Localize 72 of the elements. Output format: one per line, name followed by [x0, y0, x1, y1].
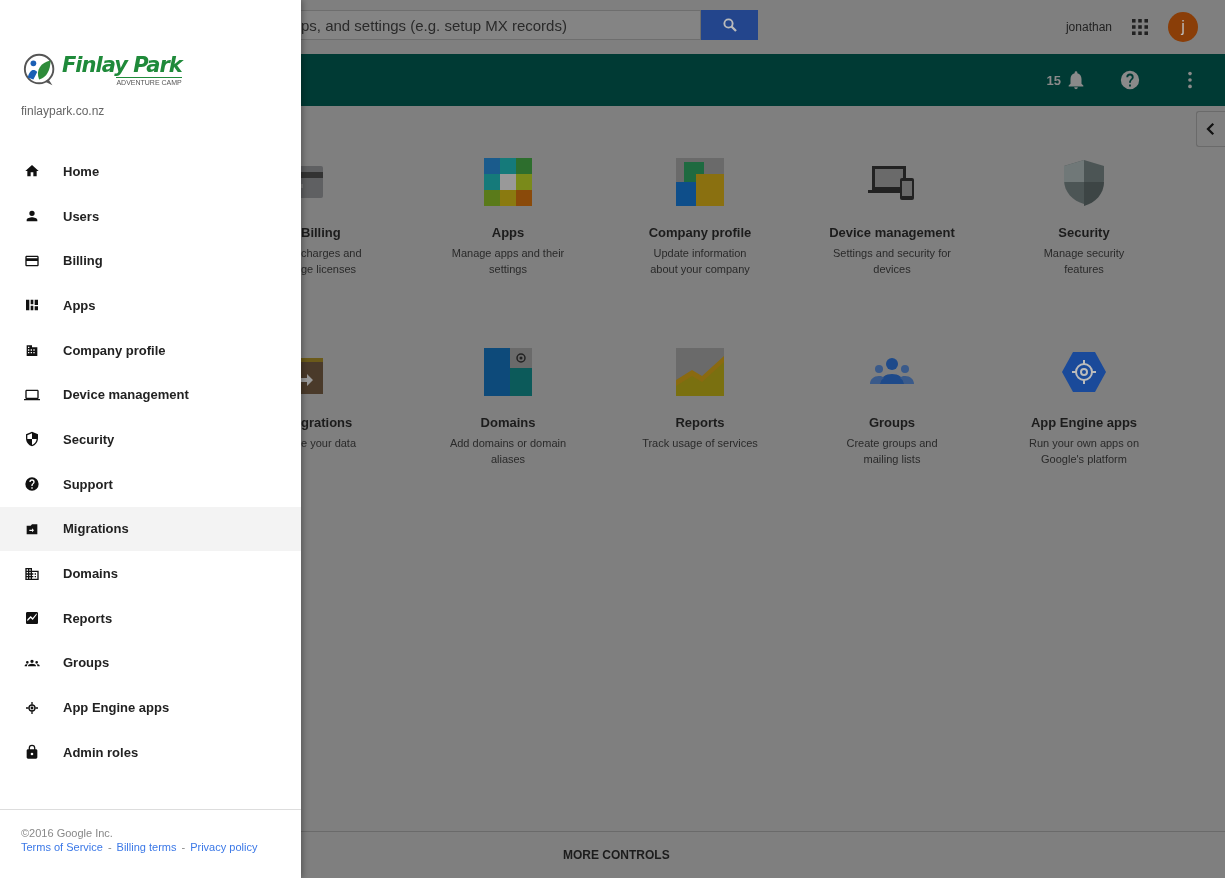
building-icon	[24, 342, 40, 359]
app-card[interactable]: grations e your data	[301, 348, 412, 538]
collapse-tab[interactable]	[1196, 111, 1225, 147]
card-title: Security	[1058, 224, 1110, 241]
link-separator: -	[181, 840, 186, 854]
card-title: App Engine apps	[1030, 414, 1138, 431]
app-grid-icon[interactable]	[1132, 19, 1148, 35]
help-icon[interactable]	[1119, 69, 1141, 91]
card-title: grations	[301, 414, 353, 431]
notification-count: 15	[1046, 72, 1061, 88]
card-description: charges and ge licenses	[301, 246, 362, 277]
app-card[interactable]: Domains Add domains or domain aliases	[412, 348, 604, 538]
card-title: Billing	[301, 224, 341, 241]
nav-item[interactable]: Apps	[0, 283, 301, 328]
nav-item[interactable]: Admin roles	[0, 729, 301, 775]
card-description: Update information about your company	[650, 246, 750, 277]
app-card[interactable]: Device management Settings and security for devices	[796, 158, 988, 348]
app-card[interactable]: Apps Manage apps and their settings	[412, 158, 604, 348]
card-title: Company profile	[648, 224, 752, 241]
card-description: Manage security features	[1043, 246, 1125, 277]
user-avatar[interactable]: j	[1168, 12, 1198, 42]
nav-item[interactable]: Groups	[0, 640, 301, 686]
app-card[interactable]: Security Manage security features	[988, 158, 1180, 348]
card-title: Apps	[491, 224, 525, 241]
nav-item[interactable]: Device management	[0, 372, 301, 418]
card-title: Groups	[868, 414, 916, 431]
logo-name: Finlay Park	[62, 53, 182, 77]
nav-item[interactable]: Users	[0, 193, 301, 239]
card-description: Run your own apps on Google's platform	[1028, 436, 1140, 467]
chart-icon	[24, 610, 40, 627]
shield-icon	[24, 431, 40, 448]
user-name: jonathan	[1065, 20, 1112, 34]
search-field[interactable]: ps, and settings (e.g. setup MX records)	[301, 10, 701, 40]
link-separator: -	[107, 840, 112, 854]
lock-icon	[24, 744, 40, 761]
card-title: Device management	[829, 224, 955, 241]
card-description: Manage apps and their settings	[451, 246, 565, 277]
card-description: Add domains or domain aliases	[449, 436, 567, 467]
help-icon	[24, 476, 40, 493]
domain-name: finlaypark.co.nz	[20, 103, 106, 120]
copyright-text: ©2016 Google Inc.	[21, 826, 114, 840]
card-description: Settings and security for devices	[833, 246, 951, 277]
card-description: Create groups and mailing lists	[846, 436, 938, 467]
nav-item[interactable]: Domains	[0, 551, 301, 596]
app-card[interactable]: Groups Create groups and mailing lists	[796, 348, 988, 538]
nav-item[interactable]: Home	[0, 149, 301, 194]
nav-item[interactable]: Migrations	[0, 506, 301, 552]
domain-icon	[24, 565, 40, 582]
footer-link[interactable]: Billing terms	[116, 840, 177, 854]
nav-item[interactable]: Reports	[0, 595, 301, 641]
app-card[interactable]: Billing charges and ge licenses	[301, 158, 412, 348]
card-title: Domains	[480, 414, 536, 431]
search-icon	[720, 16, 739, 34]
app-card[interactable]: Company profile Update information about your company	[604, 158, 796, 348]
nav-item[interactable]: Company profile	[0, 327, 301, 373]
nav-item[interactable]: Billing	[0, 238, 301, 284]
domains-icon	[484, 348, 532, 396]
more-controls-button[interactable]: MORE CONTROLS	[563, 844, 670, 866]
card-description: Track usage of services	[642, 436, 758, 451]
app-card[interactable]: App Engine apps Run your own apps on Google's platform	[988, 348, 1180, 538]
apps-icon	[484, 158, 532, 206]
nav-item[interactable]: Security	[0, 417, 301, 462]
company-icon	[676, 158, 724, 206]
reports-icon	[676, 348, 724, 396]
footer-link[interactable]: Terms of Service	[21, 840, 103, 854]
footer-link[interactable]: Privacy policy	[190, 840, 258, 854]
card-title: Reports	[675, 414, 725, 431]
card-description: e your data	[301, 436, 357, 451]
app-card[interactable]: Reports Track usage of services	[604, 348, 796, 538]
nav-item[interactable]: Support	[0, 461, 301, 507]
nav-item[interactable]: App Engine apps	[0, 685, 301, 730]
search-button[interactable]	[701, 10, 758, 40]
